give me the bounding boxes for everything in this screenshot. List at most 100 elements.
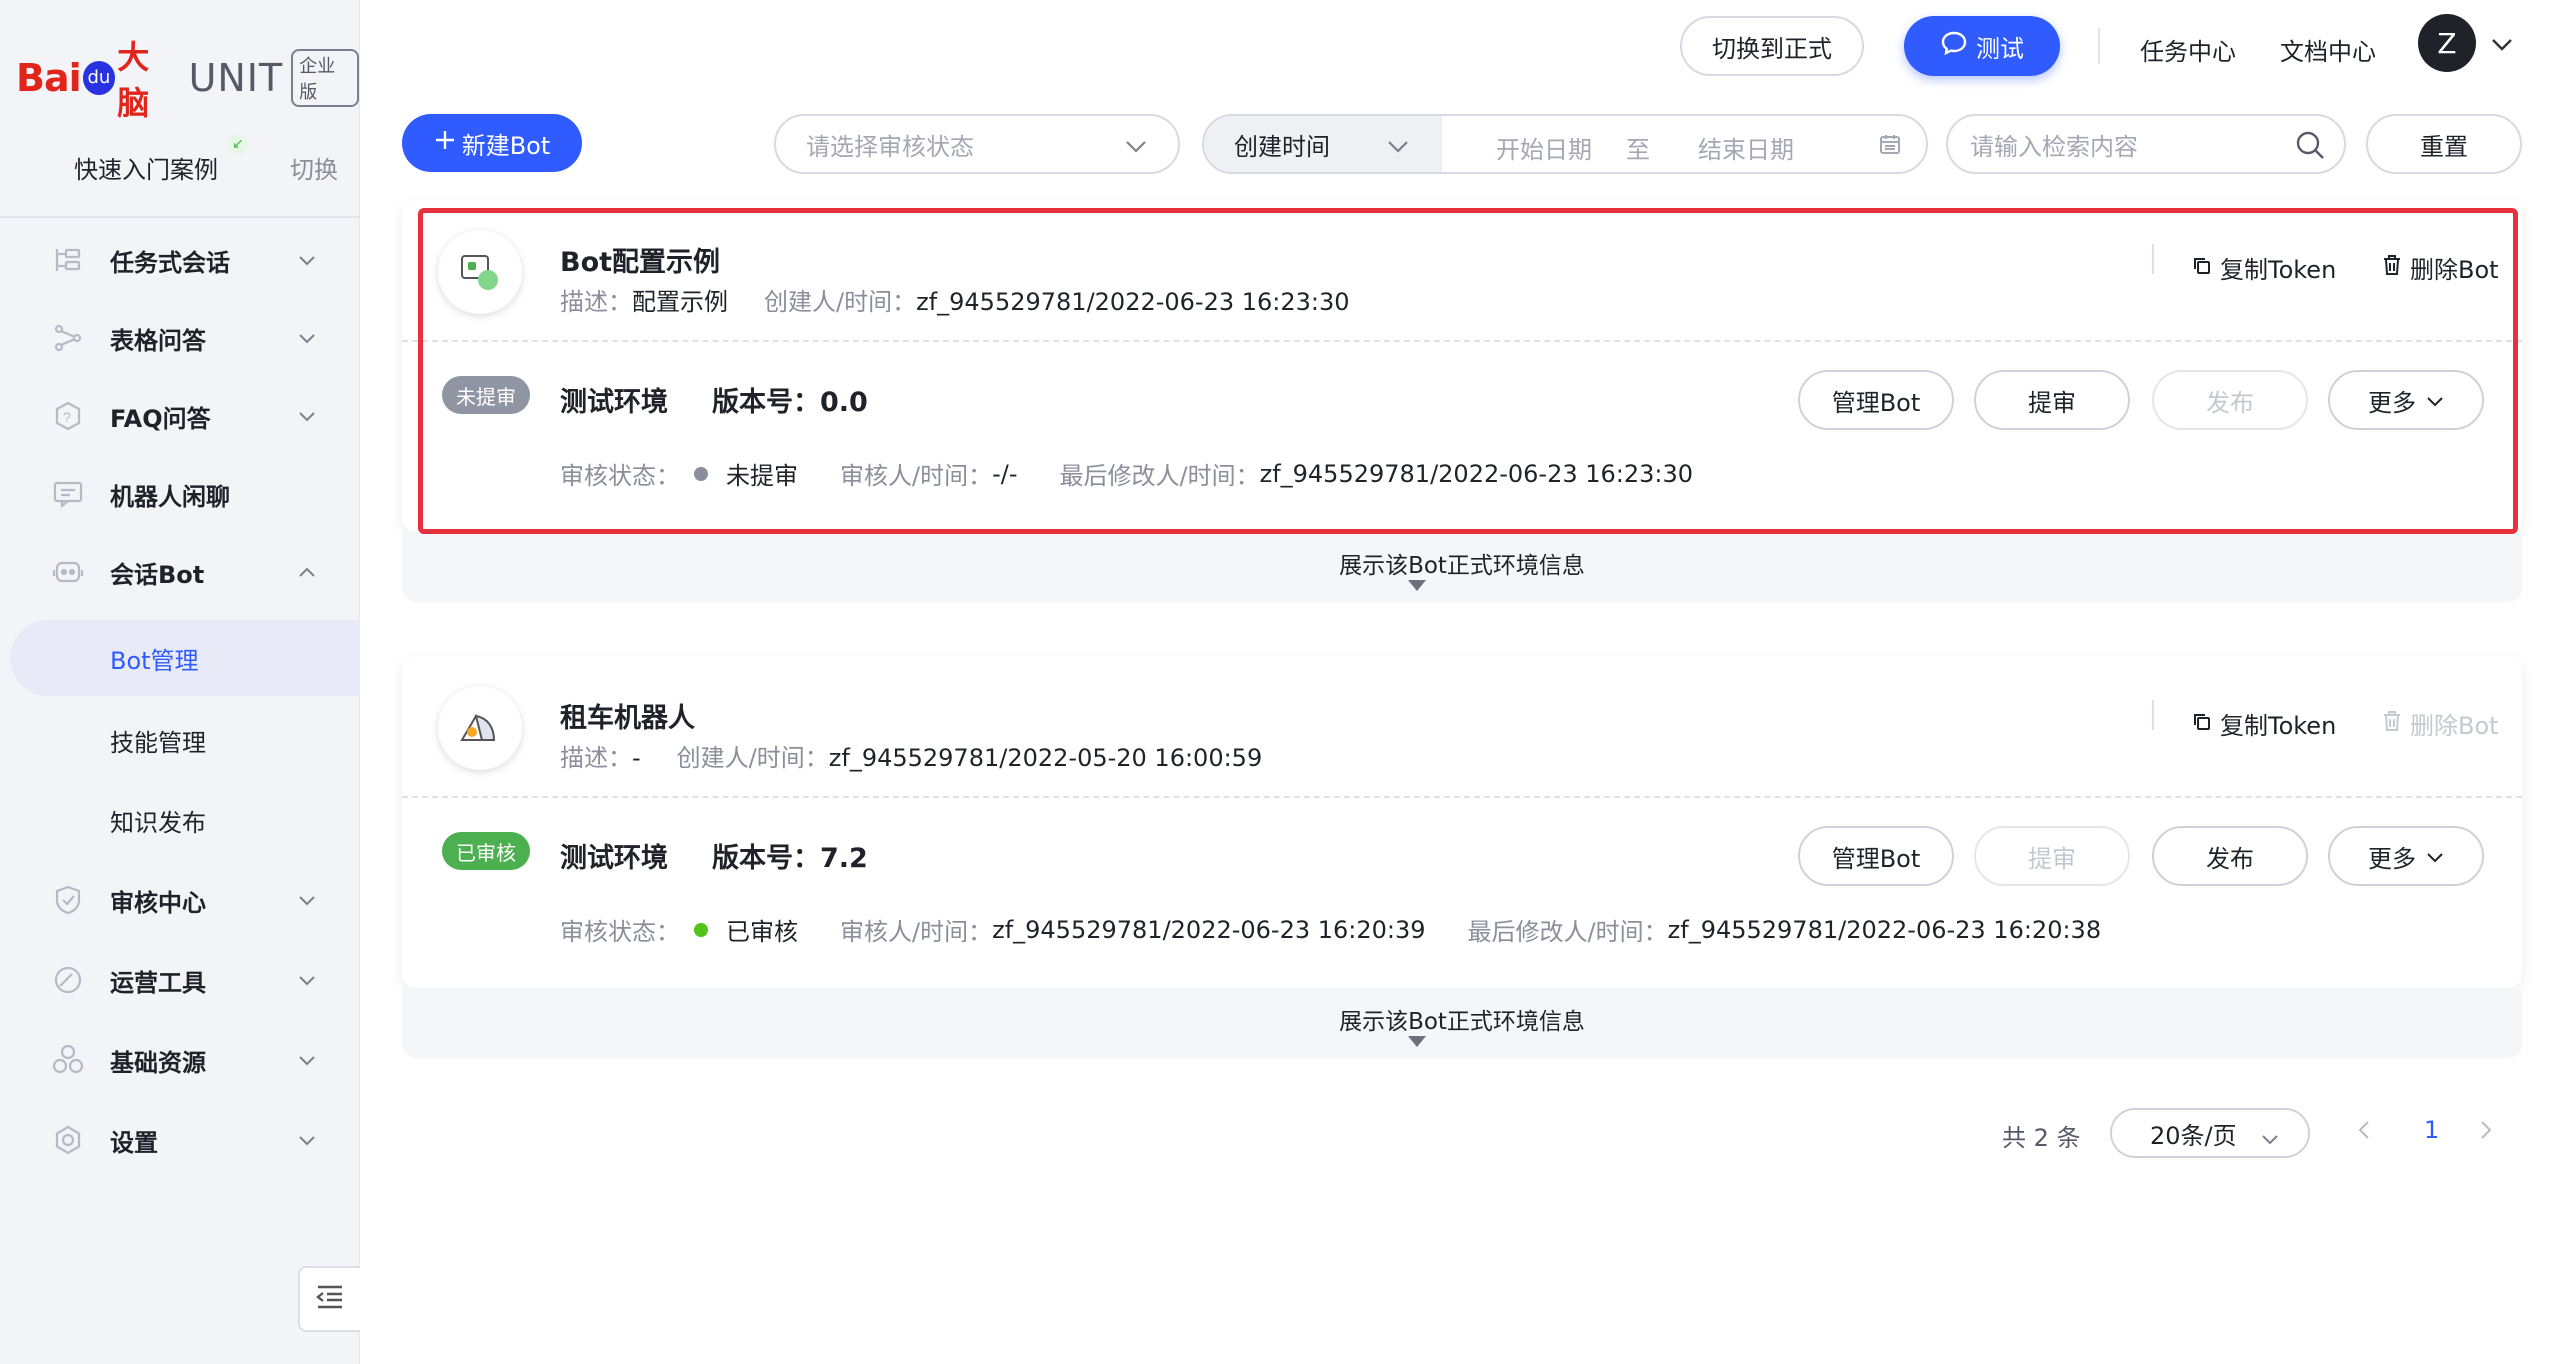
publish-button[interactable]: 发布 (2152, 370, 2308, 430)
more-button[interactable]: 更多 (2328, 826, 2484, 886)
action-divider (2152, 244, 2154, 274)
date-range-filter: 创建时间 开始日期 至 结束日期 (1202, 114, 1928, 174)
sidebar-item-label: FAQ问答 (110, 404, 211, 433)
manage-bot-button[interactable]: 管理Bot (1798, 826, 1954, 886)
doc-center-link[interactable]: 文档中心 (2280, 32, 2376, 67)
more-label: 更多 (2368, 844, 2416, 873)
sidebar-item-label: 机器人闲聊 (110, 482, 230, 511)
logo-unit-text: UNIT (188, 56, 284, 100)
creator-time-label: 创建人/时间： (676, 744, 829, 772)
expand-formal-env[interactable]: 展示该Bot正式环境信息 (402, 532, 2522, 602)
review-status-label: 审核状态： (560, 918, 680, 946)
calendar-icon[interactable] (1878, 132, 1902, 156)
review-status-label: 审核状态： (560, 462, 680, 490)
question-shield-icon: ? (50, 398, 86, 434)
logo-brain-text: 大脑 (117, 38, 150, 122)
submit-review-button[interactable]: 提审 (1974, 370, 2130, 430)
sidebar-item-ops-tools[interactable]: 运营工具 (0, 944, 360, 1016)
table-link-icon (50, 320, 86, 356)
collapse-sidebar-button[interactable] (298, 1266, 360, 1332)
date-type-select[interactable]: 创建时间 (1204, 116, 1442, 172)
sidebar-item-settings[interactable]: 设置 (0, 1104, 360, 1176)
sidebar-divider (0, 216, 360, 218)
search-placeholder: 请输入检索内容 (1970, 132, 2138, 161)
new-bot-button[interactable]: 新建Bot (402, 114, 582, 172)
sidebar-item-task-dialog[interactable]: 任务式会话 (0, 224, 360, 296)
test-button[interactable]: 测试 (1904, 16, 2060, 76)
switch-button[interactable]: 切换 (290, 150, 338, 185)
prev-page-icon[interactable] (2354, 1118, 2374, 1142)
sidebar-item-chitchat[interactable]: 机器人闲聊 (0, 458, 360, 530)
bot-name[interactable]: Bot配置示例 (560, 240, 720, 279)
chat-box-icon (50, 476, 86, 512)
delete-bot-label: 删除Bot (2410, 256, 2499, 284)
topbar-divider (2098, 28, 2100, 64)
task-center-link[interactable]: 任务中心 (2140, 32, 2236, 67)
copy-token-button[interactable]: 复制Token (2192, 706, 2336, 741)
review-status-select[interactable]: 请选择审核状态 (774, 114, 1180, 174)
account-chevron-down-icon[interactable] (2490, 34, 2514, 54)
start-date-input[interactable]: 开始日期 (1496, 130, 1592, 165)
manage-bot-button[interactable]: 管理Bot (1798, 370, 1954, 430)
version-value: 0.0 (820, 387, 868, 418)
sidebar-item-skill-management[interactable]: 技能管理 (0, 702, 360, 778)
sidebar-item-label: 基础资源 (110, 1048, 206, 1077)
publish-button[interactable]: 发布 (2152, 826, 2308, 886)
reset-button[interactable]: 重置 (2366, 114, 2522, 174)
page-size-value: 20条/页 (2150, 1121, 2237, 1150)
env-label: 测试环境 (560, 843, 668, 874)
search-icon[interactable] (2294, 129, 2326, 161)
quick-start-link[interactable]: 快速入门案例 (74, 150, 218, 185)
chevron-down-icon (296, 1129, 318, 1151)
logo-baidu-text: Bai (16, 56, 82, 100)
status-badge: 已审核 (442, 832, 530, 870)
chevron-down-icon (2426, 842, 2444, 870)
filter-bar: 新建Bot 请选择审核状态 创建时间 开始日期 至 结束日期 请输入检索内容 重… (360, 112, 2558, 176)
sidebar-item-table-qa[interactable]: 表格问答 (0, 302, 360, 374)
delete-bot-button[interactable]: 删除Bot (2382, 706, 2499, 741)
test-button-label: 测试 (1976, 34, 2024, 63)
expand-formal-env[interactable]: 展示该Bot正式环境信息 (402, 988, 2522, 1058)
bot-description: 配置示例 (632, 288, 728, 316)
sidebar-item-knowledge-publish[interactable]: 知识发布 (0, 782, 360, 858)
sidebar-item-label: Bot管理 (110, 646, 199, 675)
bot-card: Bot配置示例 描述：配置示例 创建人/时间：zf_945529781/2022-… (402, 200, 2522, 602)
review-status-value: 已审核 (726, 918, 798, 946)
sidebar-item-review-center[interactable]: 审核中心 (0, 864, 360, 936)
submit-review-button[interactable]: 提审 (1974, 826, 2130, 886)
modifier-time-label: 最后修改人/时间： (1059, 462, 1260, 490)
bot-name[interactable]: 租车机器人 (560, 696, 695, 735)
page-size-select[interactable]: 20条/页 (2110, 1108, 2310, 1158)
page-number[interactable]: 1 (2424, 1116, 2439, 1144)
status-badge: 未提审 (442, 376, 530, 414)
switch-to-formal-button[interactable]: 切换到正式 (1680, 16, 1864, 76)
version: 版本号：0.0 (712, 380, 868, 419)
sidebar-item-faq[interactable]: ? FAQ问答 (0, 380, 360, 452)
expand-formal-env-label: 展示该Bot正式环境信息 (1339, 1009, 1585, 1035)
search-input[interactable]: 请输入检索内容 (1946, 114, 2346, 174)
chat-bubble-icon (1940, 30, 1968, 62)
sidebar-item-base-resources[interactable]: 基础资源 (0, 1024, 360, 1096)
card-divider (402, 340, 2522, 342)
copy-token-label: 复制Token (2220, 712, 2337, 740)
pagination: 共 2 条 20条/页 1 (360, 1104, 2558, 1160)
sidebar-item-bot-management[interactable]: Bot管理 (10, 620, 360, 696)
sidebar-item-dialog-bot[interactable]: 会话Bot (0, 536, 360, 608)
bot-card-body: 租车机器人 描述：- 创建人/时间：zf_945529781/2022-05-20… (402, 656, 2522, 988)
date-type-value: 创建时间 (1234, 132, 1330, 161)
avatar[interactable]: Z (2418, 14, 2476, 72)
baidu-unit-logo[interactable]: Bai du 大脑 UNIT 企业版 (16, 38, 359, 122)
trash-icon (2382, 254, 2402, 282)
chevron-down-icon (296, 1049, 318, 1071)
bot-card: 租车机器人 描述：- 创建人/时间：zf_945529781/2022-05-20… (402, 656, 2522, 1058)
reviewer-time-value: -/- (992, 459, 1018, 488)
copy-token-button[interactable]: 复制Token (2192, 250, 2336, 285)
end-date-input[interactable]: 结束日期 (1698, 130, 1794, 165)
sidebar-item-label: 知识发布 (110, 808, 206, 837)
quick-start-arrow-icon: ↙ (228, 134, 248, 154)
chevron-down-icon (1386, 134, 1410, 154)
more-button[interactable]: 更多 (2328, 370, 2484, 430)
logo-paw-icon: du (82, 61, 116, 95)
next-page-icon[interactable] (2476, 1118, 2496, 1142)
delete-bot-button[interactable]: 删除Bot (2382, 250, 2499, 285)
